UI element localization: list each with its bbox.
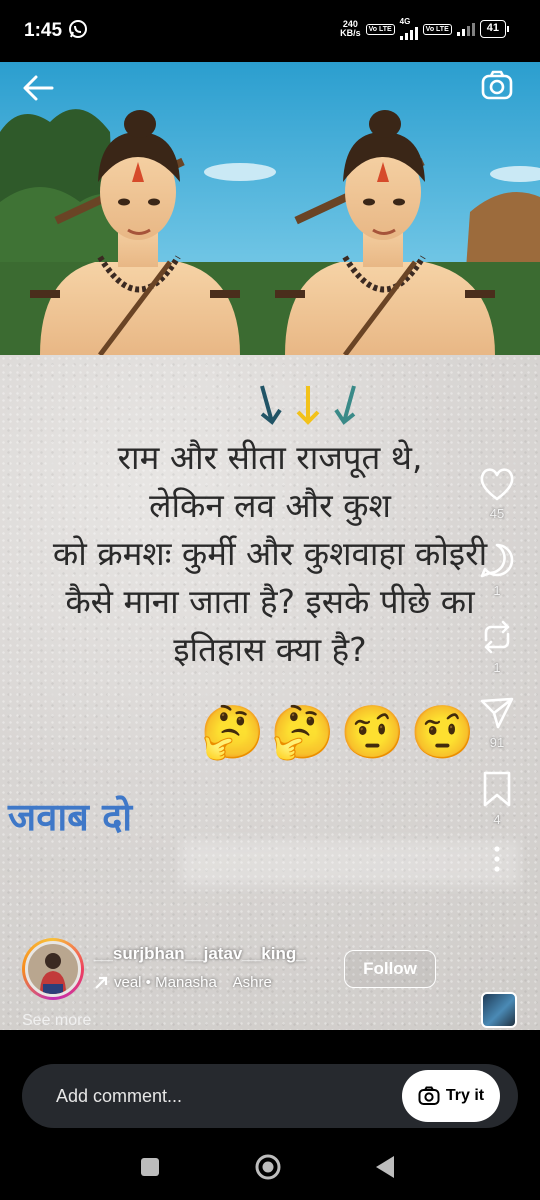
see-more-link[interactable]: See more xyxy=(22,1012,91,1030)
send-icon xyxy=(480,697,514,729)
bottom-area: Add comment... Try it xyxy=(0,1030,540,1200)
emoji-row: 🤔 🤔 🤨 🤨 xyxy=(200,702,475,764)
post-text-line: लेकिन लव और कुश xyxy=(149,486,391,525)
more-vertical-icon xyxy=(494,846,500,872)
try-it-label: Try it xyxy=(445,1087,485,1104)
thinking-face-icon: 🤔 xyxy=(200,703,265,763)
heart-icon xyxy=(480,468,514,501)
repost-count: 1 xyxy=(493,660,501,675)
status-time: 1:45 xyxy=(24,20,63,41)
back-triangle-icon[interactable] xyxy=(376,1156,394,1178)
post-question-text: राम और सीता राजपूत थे, लेकिन लव और कुश क… xyxy=(0,434,540,674)
signal-bars-icon xyxy=(456,22,475,36)
post-text-line: को क्रमशः कुर्मी और कुशवाहा कोइरी xyxy=(52,534,488,573)
net-speed-unit: KB/s xyxy=(340,28,361,38)
post-text-line: इतिहास क्या है? xyxy=(173,630,367,669)
bookmark-icon xyxy=(483,771,511,807)
reel-post[interactable]: राम और सीता राजपूत थे, लेकिन लव और कुश क… xyxy=(0,62,540,1030)
raised-eyebrow-face-icon: 🤨 xyxy=(340,703,405,763)
like-count: 45 xyxy=(489,506,505,521)
signal-1: 4G xyxy=(399,17,418,40)
comment-icon xyxy=(480,543,514,578)
person-icon xyxy=(40,953,66,994)
like-button[interactable]: 45 xyxy=(478,466,516,521)
comment-count: 1 xyxy=(493,583,501,598)
action-rail: 45 1 1 91 4 xyxy=(476,466,518,873)
volte-badge-1: Vo LTE xyxy=(365,23,395,35)
pointing-arrows-icon xyxy=(260,385,356,425)
repost-icon xyxy=(484,620,510,654)
net-speed: 240 KB/s xyxy=(340,20,361,38)
post-text-line: कैसे माना जाता है? इसके पीछे का xyxy=(65,582,475,621)
signal-bars-icon xyxy=(399,26,418,40)
share-button[interactable]: 91 xyxy=(478,695,516,750)
follow-button[interactable]: Follow xyxy=(344,950,436,988)
camera-icon xyxy=(418,1086,440,1105)
comment-input[interactable]: Add comment... xyxy=(56,1064,182,1128)
raised-eyebrow-face-icon: 🤨 xyxy=(410,703,475,763)
save-button[interactable]: 4 xyxy=(480,770,514,827)
home-circle-icon[interactable] xyxy=(255,1154,281,1180)
recents-square-icon[interactable] xyxy=(141,1158,159,1176)
battery-indicator: 41 xyxy=(479,20,510,38)
post-text-line: राम और सीता राजपूत थे, xyxy=(117,438,423,477)
blurred-region xyxy=(180,840,520,886)
network-type: 4G xyxy=(399,17,411,26)
try-it-button[interactable]: Try it xyxy=(402,1070,500,1122)
arrow-up-right-icon xyxy=(95,976,108,989)
save-count: 4 xyxy=(493,812,501,827)
audio-text: veal • Manasha Ashre xyxy=(114,974,272,991)
audio-thumbnail[interactable] xyxy=(481,992,517,1028)
author-username[interactable]: __surjbhan__jatav__king_ xyxy=(94,944,306,964)
scene-illustration xyxy=(0,62,540,355)
system-nav-bar xyxy=(141,1154,394,1180)
status-indicators: 240 KB/s Vo LTE 4G Vo LTE 41 xyxy=(340,17,510,40)
volte-badge-2: Vo LTE xyxy=(422,23,452,35)
avatar-image xyxy=(25,941,81,997)
more-options-button[interactable] xyxy=(492,845,502,873)
camera-icon[interactable] xyxy=(480,68,514,102)
thinking-face-icon: 🤔 xyxy=(270,703,335,763)
back-arrow-icon[interactable] xyxy=(20,70,56,106)
comment-button[interactable]: 1 xyxy=(478,541,516,598)
post-author: __surjbhan__jatav__king_ veal • Manasha … xyxy=(22,938,522,1002)
avatar[interactable] xyxy=(22,938,84,1000)
repost-button[interactable]: 1 xyxy=(478,618,516,675)
audio-attribution[interactable]: veal • Manasha Ashre xyxy=(94,974,272,991)
share-count: 91 xyxy=(489,735,505,750)
comment-bar: Add comment... Try it xyxy=(22,1064,518,1128)
status-bar: 1:45 240 KB/s Vo LTE 4G Vo LTE 41 xyxy=(0,0,540,62)
whatsapp-icon xyxy=(69,20,87,38)
answer-prompt-text: जवाब दो xyxy=(8,795,133,839)
